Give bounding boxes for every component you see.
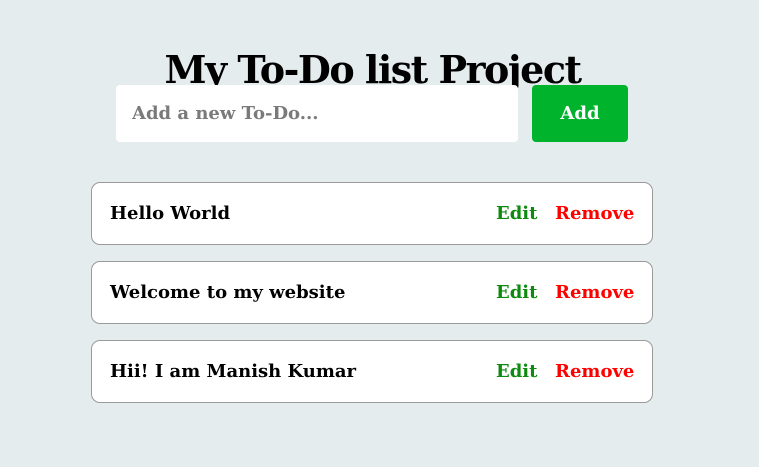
edit-button[interactable]: Edit [496,183,537,244]
todo-list: Hello World Edit Remove Welcome to my we… [91,182,653,419]
edit-button[interactable]: Edit [496,262,537,323]
remove-button[interactable]: Remove [555,262,634,323]
todo-text: Hello World [110,203,231,224]
todo-item: Welcome to my website Edit Remove [91,261,653,324]
edit-button[interactable]: Edit [496,341,537,402]
add-todo-form: Add [116,85,628,142]
add-button[interactable]: Add [532,85,628,142]
remove-button[interactable]: Remove [555,341,634,402]
new-todo-input[interactable] [116,85,518,142]
remove-button[interactable]: Remove [555,183,634,244]
todo-item: Hii! I am Manish Kumar Edit Remove [91,340,653,403]
todo-text: Hii! I am Manish Kumar [110,361,357,382]
todo-text: Welcome to my website [110,282,346,303]
todo-item: Hello World Edit Remove [91,182,653,245]
